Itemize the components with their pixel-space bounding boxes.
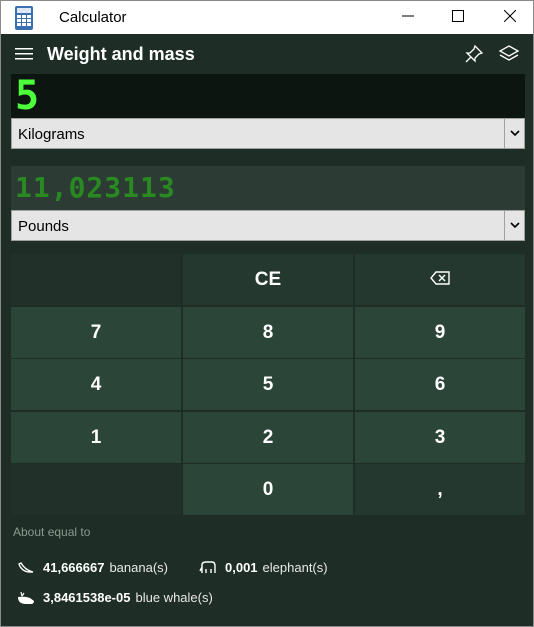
about-equal-label: About equal to: [13, 525, 91, 539]
layers-icon[interactable]: [498, 43, 520, 65]
chevron-down-icon: [504, 119, 524, 148]
mode-title: Weight and mass: [47, 44, 195, 64]
banana-icon: [17, 561, 35, 575]
empty-key: [11, 254, 181, 305]
equivalent-value: 0,001: [225, 560, 258, 575]
decimal-separator-button[interactable]: ,: [355, 464, 525, 515]
input-value: 5: [15, 73, 40, 119]
equivalent-value: 41,666667: [43, 560, 105, 575]
digit-6-button[interactable]: 6: [355, 359, 525, 410]
close-button[interactable]: [487, 1, 533, 34]
digit-5-button[interactable]: 5: [183, 359, 353, 410]
calculator-app-icon: [15, 6, 33, 30]
digit-3-button[interactable]: 3: [355, 412, 525, 463]
backspace-icon: [430, 269, 450, 291]
from-unit-select[interactable]: Kilograms: [11, 118, 525, 149]
input-display[interactable]: 5: [11, 74, 525, 118]
app-header: Weight and mass: [1, 34, 533, 74]
equivalent-item: 0,001 elephant(s): [199, 560, 328, 575]
digit-1-button[interactable]: 1: [11, 412, 181, 463]
equivalent-unit: elephant(s): [262, 560, 328, 575]
maximize-button[interactable]: [435, 1, 481, 34]
equivalent-unit: blue whale(s): [135, 590, 213, 605]
title-bar: Calculator: [1, 1, 533, 34]
clear-entry-button[interactable]: CE: [183, 254, 353, 305]
digit-7-button[interactable]: 7: [11, 307, 181, 358]
equivalent-unit: banana(s): [109, 560, 168, 575]
digit-9-button[interactable]: 9: [355, 307, 525, 358]
pin-icon[interactable]: [464, 44, 484, 64]
digit-0-button[interactable]: 0: [183, 464, 353, 515]
to-unit-select[interactable]: Pounds: [11, 210, 525, 241]
calculator-window: Calculator Weight and mass 5 Kilograms 1…: [0, 0, 534, 627]
converter-app: Weight and mass 5 Kilograms 11,023113 Po…: [1, 34, 533, 626]
equivalent-item: 3,8461538e-05 blue whale(s): [17, 590, 213, 605]
to-unit-label: Pounds: [18, 218, 69, 235]
chevron-down-icon: [504, 211, 524, 240]
whale-icon: [17, 591, 35, 605]
equivalent-item: 41,666667 banana(s): [17, 560, 168, 575]
digit-4-button[interactable]: 4: [11, 359, 181, 410]
elephant-icon: [199, 560, 217, 575]
minimize-icon: [402, 9, 414, 27]
empty-key: [11, 464, 181, 515]
equivalent-value: 3,8461538e-05: [43, 590, 131, 605]
digit-2-button[interactable]: 2: [183, 412, 353, 463]
output-value: 11,023113: [15, 171, 176, 204]
output-display[interactable]: 11,023113: [11, 166, 525, 210]
backspace-button[interactable]: [355, 254, 525, 305]
from-unit-label: Kilograms: [18, 126, 85, 143]
window-title: Calculator: [59, 9, 127, 26]
digit-8-button[interactable]: 8: [183, 307, 353, 358]
close-icon: [503, 9, 517, 27]
minimize-button[interactable]: [385, 1, 431, 34]
maximize-icon: [452, 9, 464, 27]
hamburger-icon[interactable]: [15, 47, 33, 61]
